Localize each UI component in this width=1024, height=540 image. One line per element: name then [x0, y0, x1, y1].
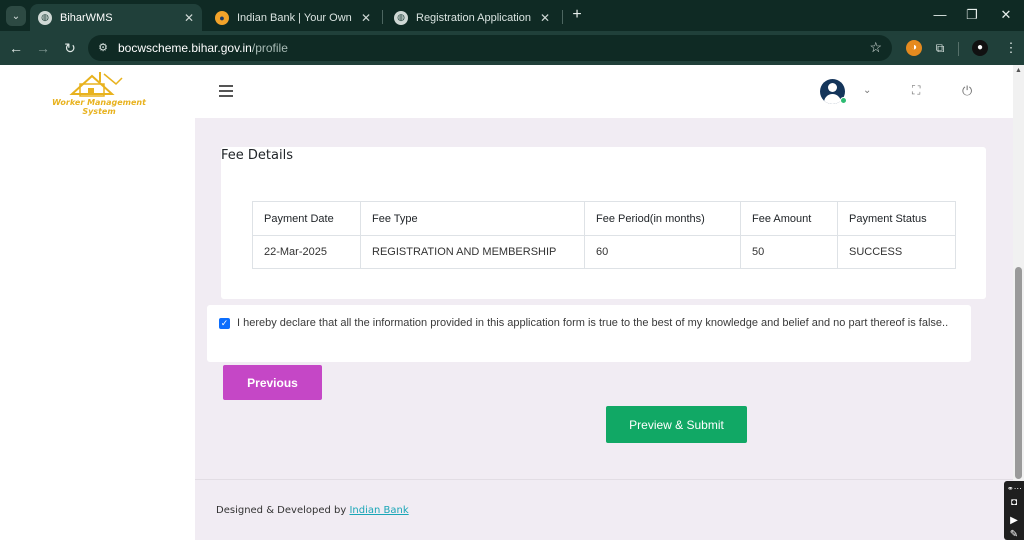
- browser-tab-strip: ⌄ ◍ BiharWMS ✕ ● Indian Bank | Your Own …: [0, 0, 1024, 31]
- footer-credit-text: Designed & Developed by: [216, 505, 347, 516]
- browser-menu-icon[interactable]: ⋮: [1002, 39, 1020, 57]
- fee-period-cell: 60: [584, 235, 741, 269]
- close-tab-icon[interactable]: ✕: [184, 11, 194, 25]
- hamburger-menu-icon[interactable]: [219, 85, 233, 97]
- previous-button[interactable]: Previous: [223, 365, 322, 400]
- payment-status-cell: SUCCESS: [837, 235, 956, 269]
- tab-biharwms[interactable]: ◍ BiharWMS ✕: [30, 4, 202, 31]
- logo-text: Worker Management System: [44, 98, 154, 116]
- video-camera-icon[interactable]: ▶: [1007, 515, 1021, 527]
- url-host: bocwscheme.bihar.gov.in: [118, 41, 252, 55]
- close-window-icon[interactable]: ✕: [996, 6, 1016, 24]
- tab-registration-application[interactable]: ◍ Registration Application Registr ✕: [386, 4, 558, 31]
- logo-line-1: Worker Management: [52, 98, 146, 107]
- site-settings-icon[interactable]: ⚙: [96, 41, 110, 55]
- edit-pen-icon[interactable]: ✎: [1007, 529, 1021, 540]
- fee-details-title: Fee Details: [221, 148, 293, 163]
- declaration-checkbox[interactable]: ✓: [219, 318, 230, 329]
- indian-bank-favicon-icon: ●: [215, 10, 229, 25]
- sidebar: [0, 65, 195, 540]
- scroll-up-arrow-icon[interactable]: ▲: [1015, 67, 1022, 74]
- tab-indian-bank[interactable]: ● Indian Bank | Your Own Bank :: I ✕: [207, 4, 379, 31]
- address-bar[interactable]: ⚙ bocwscheme.bihar.gov.in/profile ☆: [88, 35, 892, 61]
- globe-icon: ◍: [38, 10, 52, 25]
- camera-icon[interactable]: ◘: [1007, 497, 1021, 509]
- app-header: ⌄ ⛶ ⏻: [195, 65, 1013, 118]
- scrollbar-thumb[interactable]: [1015, 267, 1022, 479]
- column-header: Payment Status: [837, 201, 956, 236]
- declaration-text: I hereby declare that all the informatio…: [237, 317, 949, 329]
- chevron-down-icon[interactable]: ⌄: [863, 85, 871, 96]
- fee-details-card: Fee Details Payment Date Fee Type Fee Pe…: [221, 147, 986, 299]
- minimize-icon[interactable]: —: [930, 6, 950, 24]
- browser-toolbar: ← → ↻ ⚙ bocwscheme.bihar.gov.in/profile …: [0, 31, 1024, 65]
- globe-icon: ◍: [394, 10, 408, 25]
- close-tab-icon[interactable]: ✕: [540, 11, 550, 25]
- reload-icon[interactable]: ↻: [61, 39, 79, 57]
- more-options-icon[interactable]: ⚭⋯: [1007, 483, 1022, 495]
- column-header: Fee Amount: [740, 201, 838, 236]
- fee-type-cell: REGISTRATION AND MEMBERSHIP: [360, 235, 585, 269]
- house-logo-icon: [69, 72, 123, 97]
- extension-icon[interactable]: ◑: [906, 40, 922, 56]
- column-header: Fee Type: [360, 201, 585, 236]
- forward-arrow-icon[interactable]: →: [34, 39, 52, 57]
- tab-label: BiharWMS: [60, 11, 113, 24]
- tab-label: Registration Application Registr: [416, 11, 534, 24]
- table-header-row: Payment Date Fee Type Fee Period(in mont…: [252, 201, 956, 236]
- power-logout-icon[interactable]: ⏻: [962, 83, 972, 99]
- floating-toolbar: ⚭⋯ ◘ ▶ ✎: [1004, 481, 1024, 540]
- fee-amount-cell: 50: [740, 235, 838, 269]
- wms-logo: Worker Management System: [44, 68, 154, 120]
- table-row: 22-Mar-2025 REGISTRATION AND MEMBERSHIP …: [252, 235, 956, 269]
- tab-divider: [562, 10, 563, 24]
- indian-bank-link[interactable]: Indian Bank: [349, 505, 408, 516]
- footer-divider: [195, 479, 1013, 480]
- close-tab-icon[interactable]: ✕: [361, 11, 371, 25]
- logo-line-2: System: [82, 107, 116, 116]
- declaration-card: ✓ I hereby declare that all the informat…: [207, 305, 971, 362]
- payment-date-cell: 22-Mar-2025: [252, 235, 361, 269]
- tab-divider: [382, 10, 383, 24]
- tab-search-icon[interactable]: ⌄: [6, 6, 26, 26]
- profile-avatar-icon[interactable]: ●: [972, 40, 988, 56]
- footer: Designed & Developed by Indian Bank: [216, 505, 409, 516]
- column-header: Payment Date: [252, 201, 361, 236]
- extensions-puzzle-icon[interactable]: ⧉: [932, 40, 948, 56]
- new-tab-plus-icon[interactable]: +: [568, 6, 586, 24]
- url-text: bocwscheme.bihar.gov.in/profile: [118, 41, 288, 55]
- online-status-dot: [840, 97, 847, 104]
- back-arrow-icon[interactable]: ←: [7, 39, 25, 57]
- column-header: Fee Period(in months): [584, 201, 741, 236]
- fullscreen-icon[interactable]: ⛶: [912, 83, 920, 98]
- url-path: /profile: [251, 41, 288, 55]
- page-scrollbar[interactable]: ▲: [1013, 65, 1024, 540]
- toolbar-divider: [958, 42, 959, 56]
- fee-details-table: Payment Date Fee Type Fee Period(in mont…: [252, 201, 956, 269]
- preview-submit-button[interactable]: Preview & Submit: [606, 406, 747, 443]
- tab-label: Indian Bank | Your Own Bank :: I: [237, 11, 355, 24]
- bookmark-star-icon[interactable]: ☆: [869, 39, 882, 56]
- restore-window-icon[interactable]: ❐: [962, 6, 982, 24]
